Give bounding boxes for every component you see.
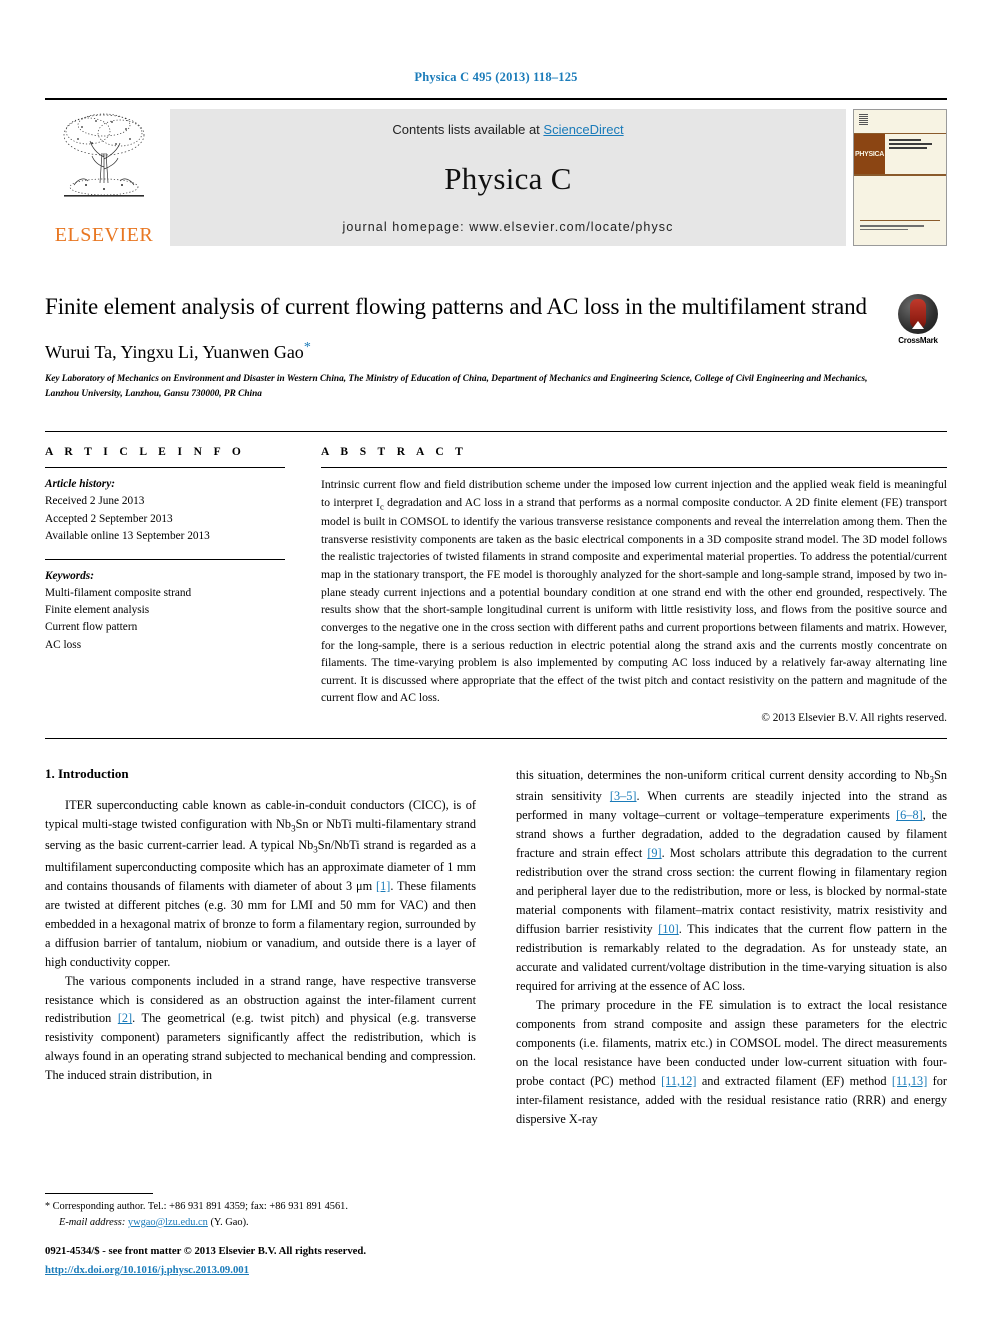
citation-link-2[interactable]: [2] [118,1011,132,1025]
corresponding-author-note: * Corresponding author. Tel.: +86 931 89… [45,1199,457,1230]
cover-footer-lines [854,220,946,230]
keyword-item: AC loss [45,638,82,651]
keyword-item: Current flow pattern [45,621,138,634]
elsevier-logo: ELSEVIER [45,109,163,246]
intro-p3-a: this situation, determines the non-unifo… [516,767,930,782]
keywords-label: Keywords: [45,569,94,582]
abstract-column: A B S T R A C T Intrinsic current flow a… [321,446,947,724]
crossmark-badge[interactable]: CrossMark [889,292,947,345]
corresponding-author-marker: * [303,340,311,356]
cover-brand-label: PHYSICA [854,134,885,174]
affiliation: Key Laboratory of Mechanics on Environme… [45,374,868,399]
body-right-column: this situation, determines the non-unifo… [516,766,947,1129]
article-info-column: A R T I C L E I N F O Article history: R… [45,446,285,724]
citation-link-5[interactable]: [9] [647,846,661,860]
section-heading-introduction: 1. Introduction [45,765,129,781]
intro-paragraph-4: The primary procedure in the FE simulati… [516,996,947,1129]
keyword-item: Finite element analysis [45,604,150,617]
journal-cover-thumbnail: PHYSICA [853,109,947,246]
citation-link-8[interactable]: [11,13] [892,1074,927,1088]
article-history-label: Article history: [45,478,115,491]
corresponding-author-text: Corresponding author. Tel.: +86 931 891 … [50,1201,348,1213]
crossmark-icon [898,294,938,334]
abstract-heading: A B S T R A C T [321,446,468,459]
page-title: Finite element analysis of current flowi… [45,294,867,319]
intro-paragraph-2: The various components included in a str… [45,972,476,1086]
abstract-bottom-rule [45,737,947,739]
journal-band: Contents lists available at ScienceDirec… [170,109,846,246]
history-received: Received 2 June 2013 [45,495,145,508]
doi-link[interactable]: http://dx.doi.org/10.1016/j.physc.2013.0… [45,1264,249,1276]
article-history: Article history: Received 2 June 2013 Ac… [45,476,285,545]
email-label: E-mail address: [59,1216,126,1228]
running-head: Physica C 495 (2013) 118–125 [414,70,578,84]
footnote-rule [45,1193,153,1195]
citation-link-1[interactable]: [1] [376,879,390,893]
citation-link-3[interactable]: [3–5] [610,789,637,803]
email-link[interactable]: ywgao@lzu.edu.cn [128,1217,208,1228]
history-available: Available online 13 September 2013 [45,529,210,542]
journal-homepage[interactable]: journal homepage: www.elsevier.com/locat… [342,220,673,234]
keyword-item: Multi-filament composite strand [45,587,192,600]
article-body: 1. Introduction ITER superconducting cab… [45,766,947,1129]
body-left-column: 1. Introduction ITER superconducting cab… [45,766,476,1129]
footnote-area: * Corresponding author. Tel.: +86 931 89… [45,1193,457,1278]
email-suffix: (Y. Gao). [207,1216,249,1228]
citation-link-6[interactable]: [10] [658,922,679,936]
intro-paragraph-3: this situation, determines the non-unifo… [516,766,947,996]
author-list: Wurui Ta, Yingxu Li, Yuanwen Gao* [45,340,873,363]
title-block: Finite element analysis of current flowi… [45,292,947,401]
history-accepted: Accepted 2 September 2013 [45,512,173,525]
citation-link-7[interactable]: [11,12] [661,1074,696,1088]
journal-title: Physica C [444,160,572,196]
keywords-list: Keywords: Multi-filament composite stran… [45,568,285,654]
contents-available-line: Contents lists available at ScienceDirec… [392,122,623,137]
article-page: Physica C 495 (2013) 118–125 ELSEVIER Co… [0,0,992,1323]
contents-prefix: Contents lists available at [392,122,544,137]
cover-top-icon [859,114,868,126]
journal-masthead: ELSEVIER Contents lists available at Sci… [45,98,947,246]
issn-copyright-line: 0921-4534/$ - see front matter © 2013 El… [45,1245,367,1258]
abstract-part-2: degradation and AC loss in a strand that… [321,495,947,705]
elsevier-tree-icon [63,113,145,197]
intro-p4-b: and extracted filament (EF) method [696,1074,892,1089]
article-info-heading: A R T I C L E I N F O [45,446,246,459]
author-names: Wurui Ta, Yingxu Li, Yuanwen Gao [45,342,304,363]
citation-link-4[interactable]: [6–8] [896,808,923,822]
cover-brand-lines [885,134,946,174]
abstract-text: Intrinsic current flow and field distrib… [321,476,947,707]
crossmark-label: CrossMark [898,336,938,345]
elsevier-wordmark: ELSEVIER [54,224,154,246]
intro-paragraph-1: ITER superconducting cable known as cabl… [45,796,476,972]
sciencedirect-link[interactable]: ScienceDirect [543,122,623,137]
copyright-line: © 2013 Elsevier B.V. All rights reserved… [761,711,947,724]
info-abstract-section: A R T I C L E I N F O Article history: R… [45,431,947,724]
